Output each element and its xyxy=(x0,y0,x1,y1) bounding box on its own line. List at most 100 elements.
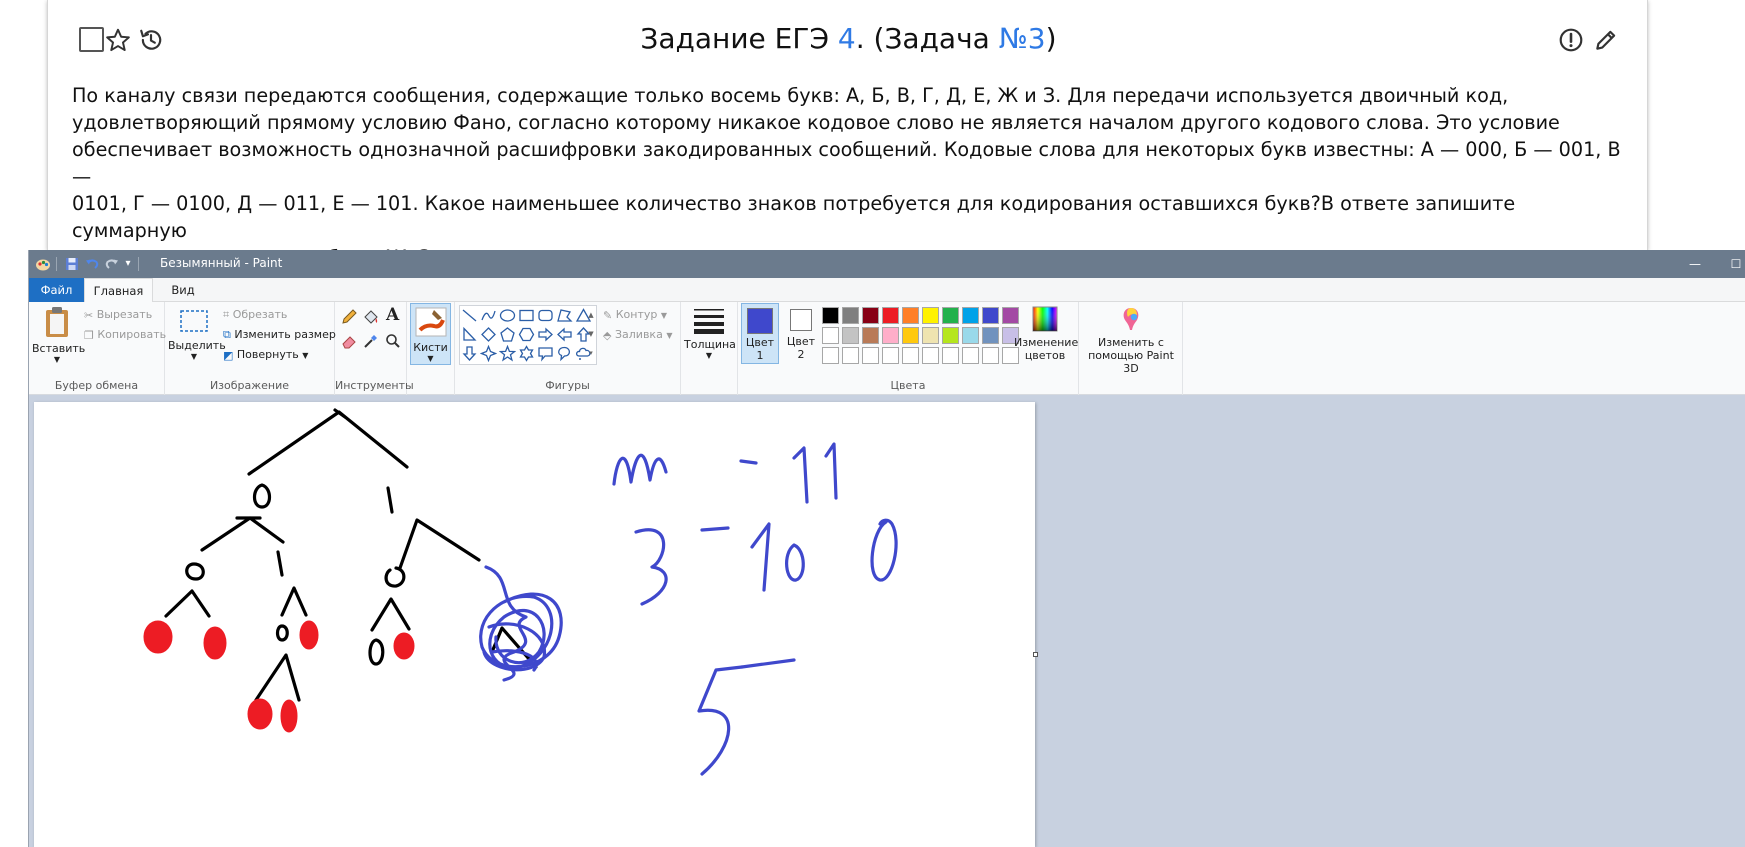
edit-colors-label: Изменение xyxy=(1014,336,1079,349)
chevron-down-icon: ▼ xyxy=(302,351,309,360)
palette-color-swatch[interactable] xyxy=(902,327,919,344)
line-thickness-icon xyxy=(694,309,724,334)
palette-color-swatch[interactable] xyxy=(982,327,999,344)
separator xyxy=(56,257,57,271)
five-point-star-shape-icon[interactable] xyxy=(499,345,516,362)
rotate-button[interactable]: ◩ Повернуть ▼ xyxy=(223,348,308,362)
copy-icon: ❐ xyxy=(84,328,94,342)
minimize-icon[interactable]: — xyxy=(1685,254,1705,274)
hand-drawing xyxy=(143,408,898,776)
speech-bubble-oval-shape-icon[interactable] xyxy=(556,345,573,362)
clipboard-group-label: Буфер обмена xyxy=(54,379,139,392)
six-point-star-shape-icon[interactable] xyxy=(518,345,535,362)
task-card: Задание ЕГЭ 4. (Задача №3) По каналу свя… xyxy=(47,0,1648,269)
palette-color-swatch[interactable] xyxy=(922,307,939,324)
chevron-down-icon: ▼ xyxy=(427,354,434,363)
text-tool-icon[interactable]: A xyxy=(386,305,399,325)
palette-color-swatch[interactable] xyxy=(942,307,959,324)
palette-color-swatch[interactable] xyxy=(962,327,979,344)
redo-icon[interactable] xyxy=(104,256,120,272)
custom-color-slot[interactable] xyxy=(982,347,999,364)
hexagon-shape-icon[interactable] xyxy=(518,326,535,343)
undo-icon[interactable] xyxy=(84,256,100,272)
brushes-button[interactable]: Кисти ▼ xyxy=(410,303,451,365)
maximize-icon[interactable]: ☐ xyxy=(1726,254,1745,274)
palette-color-swatch[interactable] xyxy=(922,327,939,344)
line-shape-icon[interactable] xyxy=(461,307,478,324)
four-point-star-shape-icon[interactable] xyxy=(480,345,497,362)
save-icon[interactable] xyxy=(64,256,80,272)
select-button[interactable]: Выделить ▼ xyxy=(168,306,226,361)
palette-color-swatch[interactable] xyxy=(862,327,879,344)
left-arrow-shape-icon[interactable] xyxy=(556,326,573,343)
custom-color-slot[interactable] xyxy=(962,347,979,364)
color1-button[interactable]: Цвет 1 xyxy=(741,303,779,364)
custom-color-slot[interactable] xyxy=(842,347,859,364)
palette-color-swatch[interactable] xyxy=(942,327,959,344)
customize-toolbar-chevron-icon[interactable]: ▾ xyxy=(121,254,135,274)
outline-button[interactable]: ✎ Контур ▼ xyxy=(603,308,667,322)
tab-view[interactable]: Вид xyxy=(157,278,209,302)
paint3d-group: Изменить с помощью Paint 3D xyxy=(1079,302,1183,395)
canvas-area xyxy=(29,396,1745,847)
tab-home[interactable]: Главная xyxy=(84,278,153,303)
custom-color-slot[interactable] xyxy=(942,347,959,364)
drawing-canvas[interactable] xyxy=(34,402,1035,847)
right-arrow-shape-icon[interactable] xyxy=(537,326,554,343)
crop-button[interactable]: ⌗ Обрезать xyxy=(223,308,287,322)
custom-color-slot[interactable] xyxy=(822,347,839,364)
magnifier-icon[interactable] xyxy=(384,332,402,350)
report-error-icon[interactable] xyxy=(1558,27,1584,53)
diamond-shape-icon[interactable] xyxy=(480,326,497,343)
custom-color-slot[interactable] xyxy=(882,347,899,364)
custom-color-slot[interactable] xyxy=(902,347,919,364)
scissors-icon: ✂ xyxy=(84,308,94,322)
resize-button[interactable]: ⧉ Изменить размер xyxy=(223,328,336,342)
custom-color-slot[interactable] xyxy=(922,347,939,364)
chevron-down-icon: ▼ xyxy=(53,355,61,364)
edit-pencil-icon[interactable] xyxy=(1593,27,1619,53)
down-arrow-shape-icon[interactable] xyxy=(461,345,478,362)
rectangle-shape-icon[interactable] xyxy=(518,307,535,324)
exam-number-link[interactable]: 4 xyxy=(838,22,856,55)
palette-color-swatch[interactable] xyxy=(822,307,839,324)
palette-color-swatch[interactable] xyxy=(882,327,899,344)
palette-color-swatch[interactable] xyxy=(842,307,859,324)
palette-color-swatch[interactable] xyxy=(982,307,999,324)
pencil-icon[interactable] xyxy=(340,308,358,326)
cut-button[interactable]: ✂ Вырезать xyxy=(84,308,152,322)
edit-with-paint3d-button[interactable]: Изменить с помощью Paint 3D xyxy=(1081,305,1181,375)
fill-bucket-icon[interactable] xyxy=(362,308,380,326)
custom-color-slot[interactable] xyxy=(862,347,879,364)
palette-color-swatch[interactable] xyxy=(862,307,879,324)
right-triangle-shape-icon[interactable] xyxy=(461,326,478,343)
copy-button[interactable]: ❐ Копировать xyxy=(84,328,166,342)
size-button[interactable]: Толщина ▼ xyxy=(684,305,736,360)
tab-file[interactable]: Файл xyxy=(29,278,84,302)
palette-color-swatch[interactable] xyxy=(962,307,979,324)
curve-shape-icon[interactable] xyxy=(480,307,497,324)
shapes-scroll[interactable]: ▲ ▼ ▾ xyxy=(586,306,596,364)
palette-color-swatch[interactable] xyxy=(882,307,899,324)
paste-button[interactable]: Вставить ▼ xyxy=(32,305,85,364)
paint-app-icon[interactable] xyxy=(35,256,51,272)
copy-label: Копировать xyxy=(97,328,167,341)
palette-color-swatch[interactable] xyxy=(822,327,839,344)
rounded-rectangle-shape-icon[interactable] xyxy=(537,307,554,324)
color2-button[interactable]: Цвет 2 xyxy=(783,303,819,364)
pentagon-shape-icon[interactable] xyxy=(499,326,516,343)
paint3d-icon xyxy=(1123,308,1139,330)
edit-colors-button[interactable]: Изменение цветов xyxy=(1014,305,1079,362)
fill-button[interactable]: ⬘ Заливка ▼ xyxy=(603,328,672,342)
palette-color-swatch[interactable] xyxy=(902,307,919,324)
palette-color-swatch[interactable] xyxy=(842,327,859,344)
eraser-icon[interactable] xyxy=(340,332,358,350)
chevron-down-icon: ▼ xyxy=(660,311,668,320)
speech-bubble-rect-shape-icon[interactable] xyxy=(537,345,554,362)
fill-icon: ⬘ xyxy=(603,328,612,342)
oval-shape-icon[interactable] xyxy=(499,307,516,324)
color-picker-icon[interactable] xyxy=(362,332,380,350)
problem-number-link[interactable]: №3 xyxy=(999,22,1046,55)
polygon-shape-icon[interactable] xyxy=(556,307,573,324)
canvas-resize-handle[interactable] xyxy=(1033,652,1038,657)
